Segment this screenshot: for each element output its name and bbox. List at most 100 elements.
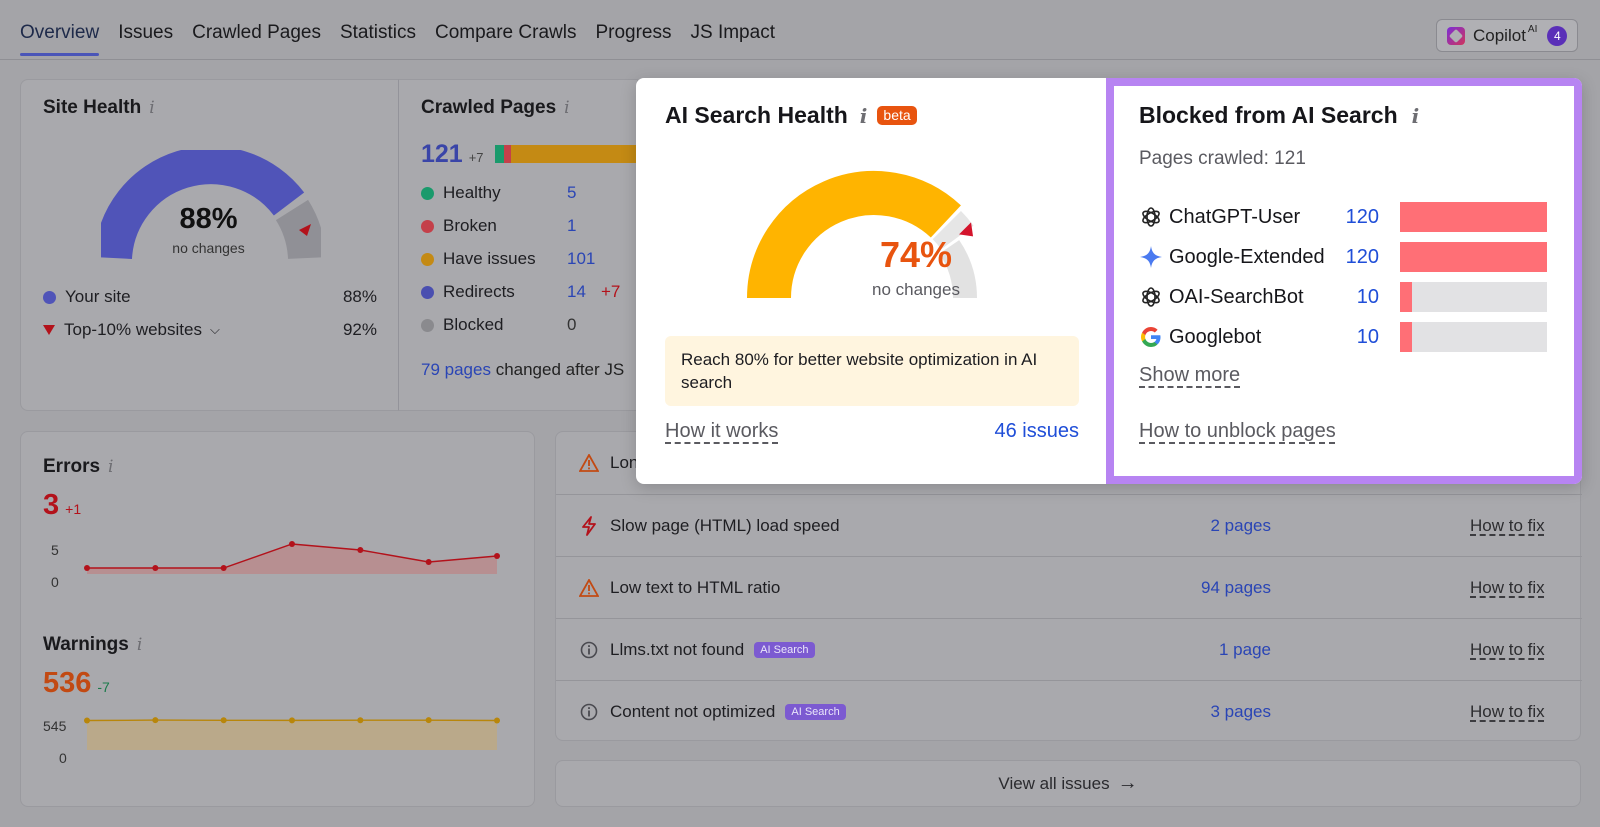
- view-all-label: View all issues: [998, 773, 1110, 793]
- info-icon[interactable]: i: [149, 98, 154, 118]
- warnings-count[interactable]: 536 -7: [43, 667, 110, 700]
- legend-top10[interactable]: Top-10% websites ⌵ 92%: [43, 320, 377, 340]
- crawled-row-redirects[interactable]: Redirects 14 +7: [421, 282, 631, 302]
- how-to-fix-link[interactable]: How to fix: [1470, 702, 1545, 722]
- how-to-fix-link[interactable]: How to fix: [1470, 578, 1545, 598]
- bot-name: Googlebot: [1169, 325, 1262, 348]
- sparkline-point[interactable]: [289, 541, 295, 547]
- row-value[interactable]: 5: [567, 183, 576, 203]
- errors-count[interactable]: 3 +1: [43, 489, 81, 522]
- crawled-row-have-issues[interactable]: Have issues 101: [421, 249, 631, 269]
- triangle-down-icon: [43, 325, 55, 335]
- issue-row[interactable]: Slow page (HTML) load speed 2 pages How …: [556, 494, 1582, 556]
- bot-value-link[interactable]: 120: [1345, 246, 1379, 269]
- copilot-sup: AI: [1527, 24, 1538, 35]
- errors-sparkline: [84, 541, 500, 574]
- row-value[interactable]: 101: [567, 249, 595, 269]
- sparkline-point[interactable]: [425, 717, 432, 724]
- issue-pages-link[interactable]: 2 pages: [1151, 516, 1272, 536]
- info-icon[interactable]: i: [564, 98, 569, 118]
- sparkline-point[interactable]: [494, 717, 500, 724]
- ai-search-health-header: AI Search Health i beta: [665, 102, 917, 129]
- site-health-title: Site Health: [43, 97, 142, 118]
- how-to-fix-link[interactable]: How to fix: [1470, 516, 1545, 536]
- sparkline-point[interactable]: [84, 717, 90, 724]
- legend-your-site: Your site 88%: [43, 287, 377, 307]
- nav-tabs: Overview Issues Crawled Pages Statistics…: [20, 22, 775, 56]
- sparkline-point[interactable]: [425, 559, 432, 565]
- show-more-link[interactable]: Show more: [1139, 364, 1240, 387]
- sparkline-point[interactable]: [289, 717, 295, 724]
- how-to-unblock-link[interactable]: How to unblock pages: [1139, 420, 1336, 443]
- blocked-header: Blocked from AI Search i: [1139, 102, 1419, 129]
- tab-crawled-pages[interactable]: Crawled Pages: [192, 22, 321, 56]
- bot-bar: [1400, 282, 1547, 312]
- row-label: Healthy: [443, 183, 501, 202]
- warnings-sparkline: [84, 717, 500, 750]
- chevron-down-icon[interactable]: ⌵: [210, 322, 220, 338]
- tab-progress[interactable]: Progress: [595, 22, 671, 56]
- row-value[interactable]: 14: [567, 282, 586, 302]
- sparkline-point[interactable]: [220, 565, 227, 571]
- bot-row-chatgpt-user[interactable]: ChatGPT-User 120: [1139, 202, 1559, 232]
- row-value[interactable]: 1: [567, 216, 576, 236]
- info-icon[interactable]: i: [108, 457, 113, 477]
- tab-compare-crawls[interactable]: Compare Crawls: [435, 22, 576, 56]
- changed-pages-link[interactable]: 79 pages: [421, 360, 491, 379]
- bot-row-oai-searchbot[interactable]: OAI-SearchBot 10: [1139, 282, 1559, 312]
- legend-dot: [43, 290, 56, 304]
- copilot-logo-icon: [1447, 26, 1465, 45]
- warning-icon: [578, 454, 600, 472]
- bot-bar: [1400, 202, 1547, 232]
- tab-issues[interactable]: Issues: [118, 22, 173, 56]
- issue-label: Low text to HTML ratio: [610, 577, 781, 597]
- bot-value-link[interactable]: 10: [1345, 286, 1379, 309]
- bot-name: Google-Extended: [1169, 245, 1325, 268]
- google-icon: [1139, 325, 1163, 349]
- crawled-total: 121: [421, 140, 463, 168]
- issue-pages-link[interactable]: 3 pages: [1151, 702, 1272, 722]
- info-circle-icon: [578, 641, 600, 659]
- bot-row-google-extended[interactable]: Google-Extended 120: [1139, 242, 1559, 272]
- gemini-icon: [1139, 245, 1163, 269]
- sparkline-point[interactable]: [220, 717, 227, 724]
- site-health-sub: no changes: [172, 240, 245, 256]
- warnings-delta: -7: [97, 679, 110, 695]
- info-icon[interactable]: i: [137, 635, 142, 655]
- bot-value-link[interactable]: 10: [1345, 326, 1379, 349]
- bot-name: OAI-SearchBot: [1169, 285, 1304, 308]
- js-changed-note: 79 pages changed after JS: [421, 360, 624, 380]
- how-it-works-link[interactable]: How it works: [665, 420, 778, 443]
- tab-statistics[interactable]: Statistics: [340, 22, 416, 56]
- sparkline-point[interactable]: [357, 547, 364, 553]
- legend-value: 88%: [342, 287, 377, 306]
- crawled-row-broken[interactable]: Broken 1: [421, 216, 631, 236]
- issue-row[interactable]: Content not optimized AI Search 3 pages …: [556, 680, 1582, 742]
- crawled-row-healthy[interactable]: Healthy 5: [421, 183, 631, 203]
- crawled-row-blocked[interactable]: Blocked 0: [421, 315, 631, 335]
- bot-row-googlebot[interactable]: Googlebot 10: [1139, 322, 1559, 352]
- issue-label: Slow page (HTML) load speed: [610, 515, 840, 535]
- bot-bar-fill: [1400, 282, 1413, 312]
- crawled-delta: +7: [468, 150, 484, 165]
- tab-js-impact[interactable]: JS Impact: [691, 22, 775, 56]
- issue-row[interactable]: Llms.txt not found AI Search 1 page How …: [556, 618, 1582, 680]
- info-icon[interactable]: i: [860, 104, 868, 128]
- sparkline-point[interactable]: [152, 717, 159, 724]
- view-all-issues-button[interactable]: View all issues →: [555, 760, 1581, 807]
- sparkline-point[interactable]: [357, 717, 364, 724]
- bot-value-link[interactable]: 120: [1345, 206, 1379, 229]
- status-dot: [421, 285, 434, 299]
- issue-pages-link[interactable]: 1 page: [1151, 640, 1271, 660]
- sparkline-point[interactable]: [152, 565, 159, 571]
- issue-row[interactable]: Low text to HTML ratio 94 pages How to f…: [556, 556, 1582, 618]
- info-icon[interactable]: i: [1412, 104, 1420, 128]
- warnings-axis-max: 545: [43, 718, 67, 734]
- ai-issues-link[interactable]: 46 issues: [966, 420, 1080, 443]
- tab-overview[interactable]: Overview: [20, 22, 100, 56]
- sparkline-point[interactable]: [84, 565, 90, 571]
- sparkline-point[interactable]: [494, 553, 500, 559]
- copilot-button[interactable]: Copilot AI 4: [1436, 19, 1578, 52]
- issue-pages-link[interactable]: 94 pages: [1151, 578, 1271, 598]
- how-to-fix-link[interactable]: How to fix: [1470, 640, 1545, 660]
